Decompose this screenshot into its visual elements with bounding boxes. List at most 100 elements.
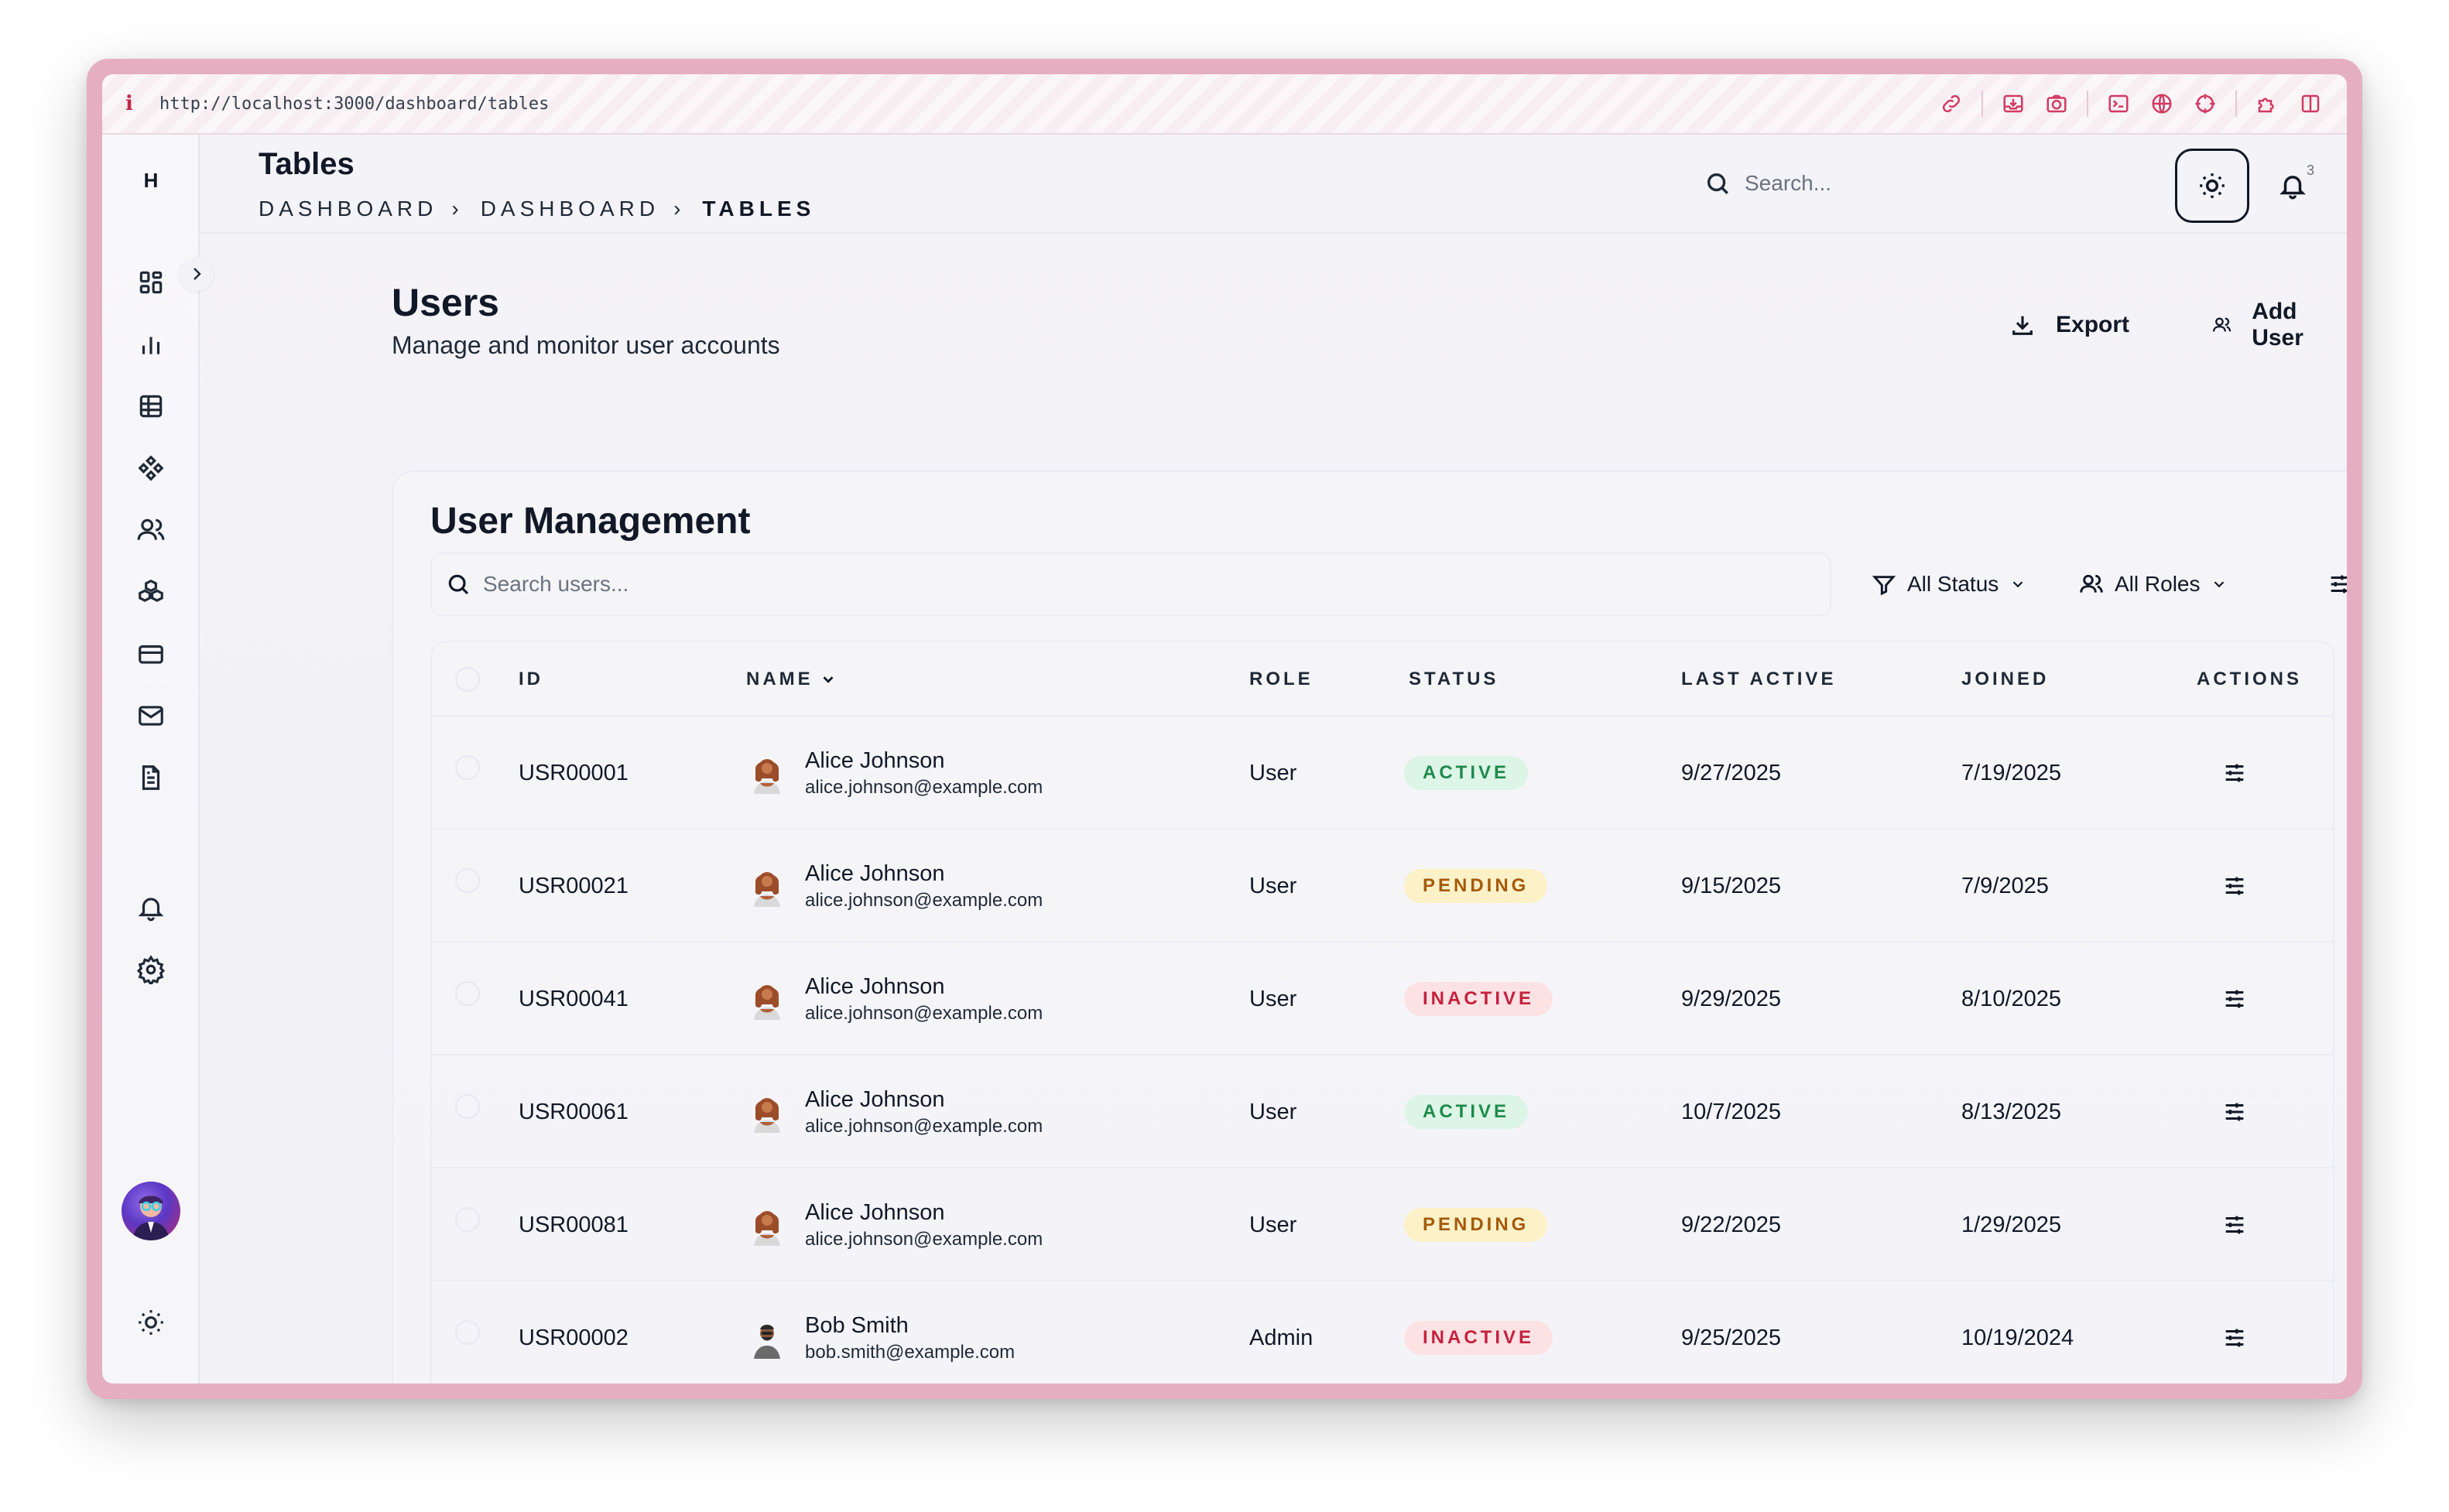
settings-button[interactable] — [2334, 149, 2347, 223]
bar-chart-icon[interactable] — [133, 327, 169, 362]
export-button[interactable]: Export — [1991, 300, 2148, 350]
row-checkbox[interactable] — [455, 1207, 480, 1232]
cell-last-active: 9/25/2025 — [1681, 1325, 1782, 1350]
table-row[interactable]: USR00001 Alice Johnson alice.johnson@examp… — [432, 717, 2333, 830]
row-checkbox[interactable] — [455, 1094, 480, 1119]
theme-toggle-button[interactable] — [2175, 149, 2249, 223]
cell-name: Alice Johnson alice.johnson@example.com — [746, 1168, 1043, 1281]
chevron-right-icon: › — [451, 197, 459, 221]
sliders-icon — [2225, 1216, 2244, 1234]
row-checkbox[interactable] — [455, 755, 480, 780]
cell-id: USR00001 — [519, 760, 629, 785]
sun-icon[interactable] — [133, 1305, 169, 1340]
breadcrumb-item[interactable]: DASHBOARD — [481, 197, 659, 221]
dashboard-grid-icon[interactable] — [133, 265, 169, 300]
table-header: ID NAME ROLE STATUS LAST ACTIVE JOINED A… — [432, 642, 2333, 717]
user-name: Alice Johnson — [805, 1199, 945, 1225]
add-user-button[interactable]: Add User — [2194, 299, 2347, 351]
row-actions-button[interactable] — [2221, 1055, 2248, 1168]
chevron-right-icon: › — [673, 197, 681, 221]
table-row[interactable]: USR00002 Bob Smith bob.smith@example.com Ad… — [432, 1281, 2333, 1384]
column-name[interactable]: NAME — [746, 642, 837, 717]
user-name: Alice Johnson — [805, 747, 945, 773]
table-row[interactable]: USR00061 Alice Johnson alice.johnson@examp… — [432, 1055, 2333, 1168]
terminal-icon[interactable] — [2105, 91, 2132, 117]
mail-icon[interactable] — [133, 698, 169, 734]
cell-role: User — [1249, 760, 1297, 785]
cell-last-active: 9/29/2025 — [1681, 986, 1782, 1011]
cell-last-active: 10/7/2025 — [1681, 1099, 1782, 1124]
sliders-icon — [2225, 1329, 2244, 1347]
global-search-input[interactable] — [1745, 171, 2054, 196]
table-row[interactable]: USR00021 Alice Johnson alice.johnson@examp… — [432, 830, 2333, 942]
status-badge: ACTIVE — [1404, 1095, 1529, 1129]
camera-icon[interactable] — [2043, 91, 2070, 117]
status-filter-value: All Status — [1907, 572, 1999, 596]
cell-status: INACTIVE — [1404, 942, 1553, 1055]
cell-name: Alice Johnson alice.johnson@example.com — [746, 830, 1043, 942]
credit-card-icon[interactable] — [133, 636, 169, 672]
table-row[interactable]: USR00041 Alice Johnson alice.johnson@examp… — [432, 942, 2333, 1055]
row-actions-button[interactable] — [2221, 830, 2248, 942]
row-actions-button[interactable] — [2221, 717, 2248, 830]
cell-role: User — [1249, 873, 1297, 898]
components-icon[interactable] — [133, 450, 169, 486]
column-last-active[interactable]: LAST ACTIVE — [1681, 642, 1836, 717]
cell-id: USR00021 — [519, 873, 629, 898]
sliders-icon — [2225, 764, 2244, 782]
toolbar-divider — [1981, 91, 1983, 117]
row-checkbox[interactable] — [455, 981, 480, 1006]
column-role[interactable]: ROLE — [1249, 642, 1314, 717]
logout-icon[interactable] — [133, 1377, 169, 1384]
sliders-icon — [2225, 877, 2244, 895]
split-view-icon[interactable] — [2297, 91, 2324, 117]
window-frame: i http://localhost:3000/dashboard/tables… — [87, 59, 2362, 1399]
users-icon — [2080, 574, 2103, 593]
card-title: User Management — [430, 501, 751, 542]
cell-role: User — [1249, 1212, 1297, 1237]
user-avatar-alice — [746, 1204, 788, 1246]
sliders-icon — [2225, 990, 2244, 1008]
row-actions-button[interactable] — [2221, 1168, 2248, 1281]
document-icon[interactable] — [133, 760, 169, 795]
cell-joined: 8/10/2025 — [1961, 986, 2062, 1011]
select-all-checkbox[interactable] — [455, 667, 480, 692]
info-icon[interactable]: i — [125, 92, 159, 115]
status-filter[interactable]: All Status — [1858, 552, 2040, 616]
row-actions-button[interactable] — [2221, 1281, 2248, 1384]
link-icon[interactable] — [1938, 91, 1964, 117]
status-badge: PENDING — [1404, 1208, 1548, 1242]
column-joined[interactable]: JOINED — [1961, 642, 2049, 717]
role-filter-value: All Roles — [2115, 572, 2201, 596]
row-checkbox[interactable] — [455, 1320, 480, 1345]
user-avatar[interactable] — [122, 1182, 180, 1240]
crosshair-icon[interactable] — [2192, 91, 2218, 117]
column-status[interactable]: STATUS — [1409, 642, 1499, 717]
user-email: alice.johnson@example.com — [805, 776, 1043, 798]
inbox-download-icon[interactable] — [2000, 91, 2026, 117]
globe-icon[interactable] — [2149, 91, 2175, 117]
puzzle-icon[interactable] — [2254, 91, 2280, 117]
chevron-down-icon — [2214, 581, 2225, 588]
gear-icon[interactable] — [133, 952, 169, 987]
notifications-button[interactable]: 3 — [2255, 149, 2330, 223]
users-icon[interactable] — [133, 512, 169, 548]
url-text[interactable]: http://localhost:3000/dashboard/tables — [159, 94, 549, 114]
main-content: Users Manage and monitor user accounts E… — [200, 234, 2347, 1384]
chevron-down-icon — [823, 676, 834, 683]
app-logo[interactable]: H — [102, 169, 200, 193]
boxes-icon[interactable] — [133, 574, 169, 610]
user-avatar-alice — [746, 978, 788, 1020]
cell-last-active: 9/15/2025 — [1681, 873, 1782, 898]
breadcrumb-item[interactable]: DASHBOARD — [259, 197, 437, 221]
browser-tools — [1938, 91, 2324, 117]
table-icon[interactable] — [133, 388, 169, 424]
bell-icon[interactable] — [133, 890, 169, 925]
row-checkbox[interactable] — [455, 868, 480, 893]
column-id[interactable]: ID — [519, 642, 543, 717]
table-row[interactable]: USR00081 Alice Johnson alice.johnson@examp… — [432, 1168, 2333, 1281]
role-filter[interactable]: All Roles — [2065, 552, 2242, 616]
column-settings-button[interactable] — [2308, 552, 2347, 616]
row-actions-button[interactable] — [2221, 942, 2248, 1055]
user-search-input[interactable] — [483, 572, 1721, 597]
